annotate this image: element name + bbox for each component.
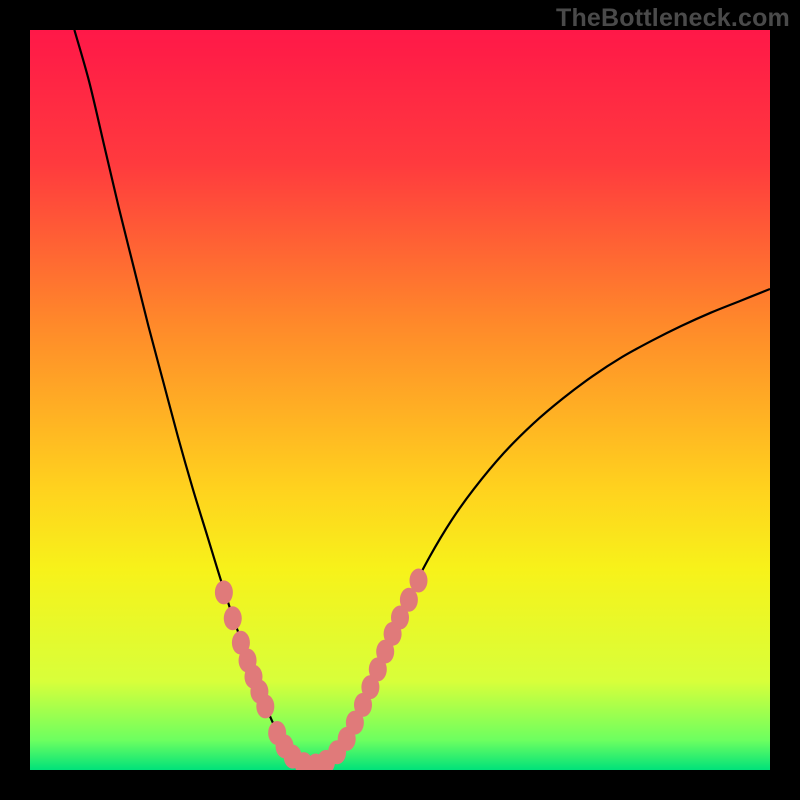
marker-point xyxy=(410,569,428,593)
marker-point xyxy=(256,694,274,718)
plot-area xyxy=(30,30,770,770)
chart-frame: TheBottleneck.com xyxy=(0,0,800,800)
marker-point xyxy=(215,580,233,604)
gradient-background xyxy=(30,30,770,770)
chart-svg xyxy=(30,30,770,770)
watermark-label: TheBottleneck.com xyxy=(556,4,790,33)
marker-point xyxy=(224,606,242,630)
